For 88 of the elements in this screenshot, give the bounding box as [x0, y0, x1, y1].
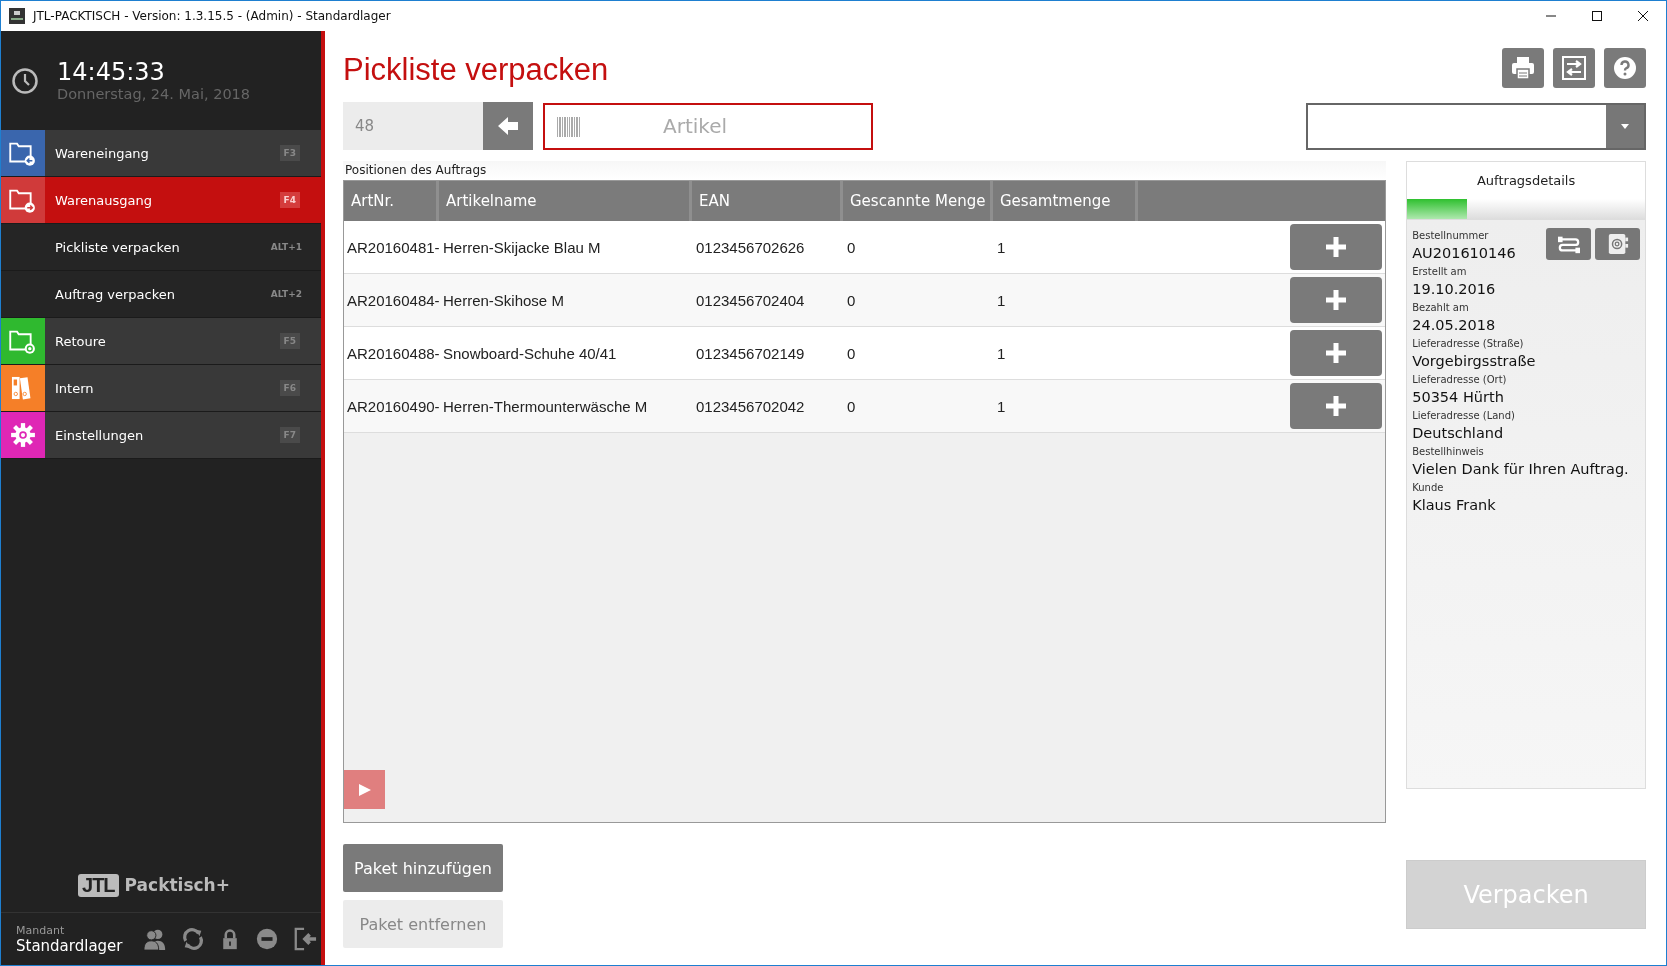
table-cell-text: AR20160481- — [346, 238, 439, 256]
field-value: 19.10.2016 — [1412, 280, 1496, 299]
field-label: Bestellhinweis — [1412, 445, 1484, 459]
swap-icon — [1561, 54, 1587, 81]
field-value: 24.05.2018 — [1412, 316, 1496, 335]
dropdown-field[interactable] — [1306, 102, 1646, 150]
add-package-button[interactable]: Paket hinzufügen — [343, 844, 503, 892]
table-cell-text: Herren-Skijacke Blau M — [442, 238, 602, 256]
clock-icon — [11, 66, 39, 95]
plus-icon — [1325, 342, 1348, 364]
plus-icon — [1325, 289, 1348, 311]
plus-icon — [1325, 236, 1348, 258]
field-label: Lieferadresse (Ort) — [1412, 373, 1507, 387]
table-cell-text: AR20160490- — [346, 397, 439, 415]
shortcut-label: F5 — [279, 333, 300, 349]
caret-icon — [1621, 123, 1629, 129]
maximize-icon[interactable] — [1591, 10, 1603, 22]
field-label: Kunde — [1412, 481, 1444, 495]
shortcut-label: ALT+1 — [270, 242, 302, 252]
field-label: Erstellt am — [1412, 265, 1467, 279]
client-name: Standardlager — [16, 936, 123, 955]
left-arrow-icon — [496, 114, 520, 138]
table-cell-text: 1 — [996, 238, 1007, 256]
minus-circle-icon[interactable] — [254, 927, 279, 951]
article-field[interactable]: Artikel — [543, 102, 873, 150]
add-button[interactable] — [1290, 383, 1383, 429]
field-value: AU201610146 — [1412, 244, 1516, 263]
add-button[interactable] — [1290, 330, 1383, 376]
table-cell-text: 0123456702149 — [695, 344, 806, 362]
table-cell-text: 1 — [996, 397, 1007, 415]
expand-button[interactable] — [344, 770, 385, 809]
print-icon — [1510, 54, 1536, 81]
table-cell-text: 0 — [846, 344, 857, 362]
field-value: 50354 Hürth — [1412, 388, 1504, 407]
shortcut-label: ALT+2 — [270, 289, 302, 299]
field-label: Bestellnummer — [1412, 229, 1489, 243]
shortcut-label: F6 — [279, 380, 300, 396]
print-button[interactable] — [1502, 47, 1544, 88]
table-cell-text: AR20160484- — [346, 291, 439, 309]
clock-date: Donnerstag, 24. Mai, 2018 — [57, 85, 251, 102]
swap-button[interactable] — [1546, 228, 1591, 260]
window-title: JTL-PACKTISCH - Version: 1.3.15.5 - (Admin) - Standardlager — [33, 9, 392, 23]
add-button[interactable] — [1290, 224, 1383, 270]
back-button[interactable] — [483, 102, 533, 150]
field-value: Deutschland — [1412, 424, 1504, 443]
help-button[interactable] — [1604, 47, 1646, 88]
nav-item[interactable]: Retoure F5 — [1, 318, 321, 365]
help-icon — [1612, 54, 1638, 81]
table-cell-text: 0 — [846, 238, 857, 256]
table-cell-text: Herren-Skihose M — [442, 291, 565, 309]
logo-mark: JTL — [78, 873, 119, 897]
table-cell-text: 1 — [996, 344, 1007, 362]
table-cell-text: 0 — [846, 291, 857, 309]
table-cell-text: 0123456702404 — [695, 291, 806, 309]
refresh-icon[interactable] — [180, 927, 205, 951]
table-cell-text: 1 — [996, 291, 1007, 309]
nav-item[interactable]: Warenausgang F4 — [1, 177, 321, 224]
nav-item[interactable]: Wareneingang F3 — [1, 130, 321, 177]
field-value: Vielen Dank für Ihren Auftrag. — [1412, 460, 1629, 479]
shortcut-label: F4 — [279, 192, 300, 208]
users-icon[interactable] — [142, 927, 167, 951]
shortcut-label: F7 — [279, 427, 300, 443]
nav-item[interactable]: Einstellungen F7 — [1, 412, 321, 459]
field-label: Lieferadresse (Straße) — [1412, 337, 1524, 351]
field-value: Klaus Frank — [1412, 496, 1496, 515]
table-cell-text: AR20160488- — [346, 344, 439, 362]
plus-icon — [1325, 395, 1348, 417]
field-label: Lieferadresse (Land) — [1412, 409, 1515, 423]
play-icon — [358, 783, 371, 796]
client-label: Mandant — [16, 923, 66, 937]
table-cell-text: Snowboard-Schuhe 40/41 — [442, 344, 618, 362]
table-cell-text: 0 — [846, 397, 857, 415]
clock-time: 14:45:33 — [57, 59, 166, 86]
field-label: Bezahlt am — [1412, 301, 1469, 315]
logout-icon[interactable] — [292, 926, 317, 952]
table-caption: Positionen des Auftrags — [343, 161, 1387, 180]
logo-text: Packtisch+ — [124, 875, 230, 895]
close-icon[interactable] — [1637, 10, 1649, 22]
table-cell-text: 0123456702626 — [695, 238, 806, 256]
table-cell-text: Herren-Thermounterwäsche M — [442, 397, 649, 415]
shortcut-label: F3 — [279, 145, 300, 161]
table-cell-text: 0123456702042 — [695, 397, 806, 415]
swap-button[interactable] — [1553, 47, 1595, 88]
page-title: Pickliste verpacken — [343, 50, 609, 88]
nav-item[interactable]: Intern F6 — [1, 365, 321, 412]
app-icon — [9, 8, 25, 24]
field-value: Vorgebirgsstraße — [1412, 352, 1536, 371]
add-button[interactable] — [1290, 277, 1383, 323]
